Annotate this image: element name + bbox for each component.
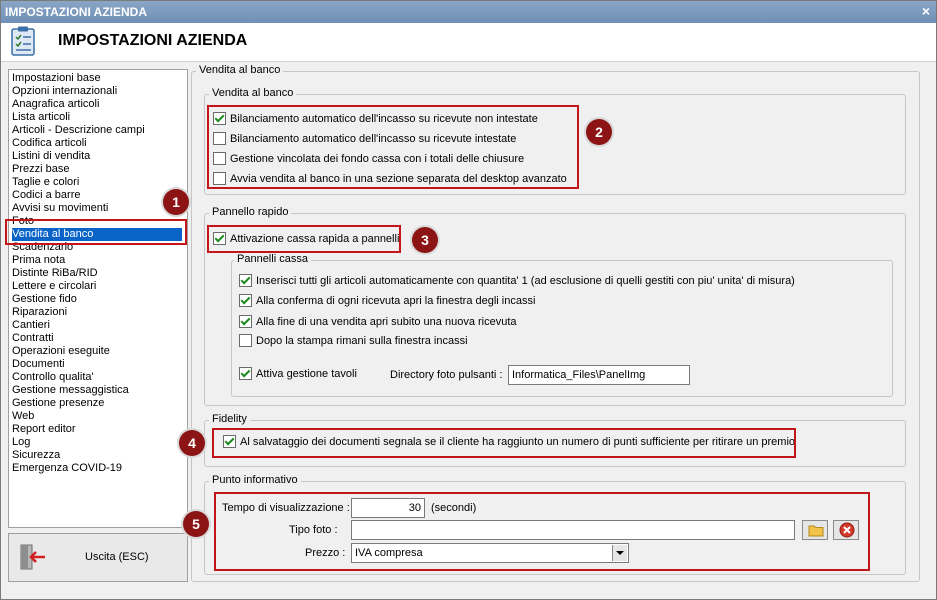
tempo-unit: (secondi) — [431, 502, 477, 514]
callout-badge-5: 5 — [183, 511, 209, 537]
sidebar-item[interactable]: Sicurezza — [12, 449, 60, 462]
sidebar-item[interactable]: Cantieri — [12, 319, 50, 332]
option-label: Inserisci tutti gli articoli automaticam… — [256, 274, 795, 287]
highlight-box-1 — [5, 219, 187, 245]
directory-foto-label: Directory foto pulsanti : — [390, 369, 503, 381]
sidebar-item[interactable]: Contratti — [12, 332, 54, 345]
sidebar-item[interactable]: Codici a barre — [12, 189, 80, 202]
sidebar-item[interactable]: Lettere e circolari — [12, 280, 96, 293]
sidebar-item[interactable]: Gestione fido — [12, 293, 77, 306]
sidebar-item[interactable]: Distinte RiBa/RID — [12, 267, 98, 280]
tempo-label: Tempo di visualizzazione : — [222, 502, 350, 514]
sidebar-item[interactable]: Documenti — [12, 358, 65, 371]
pannelli-cassa-title: Pannelli cassa — [234, 253, 311, 265]
exit-door-icon — [20, 544, 45, 570]
browse-folder-button[interactable] — [802, 520, 828, 540]
sidebar-item[interactable]: Gestione messaggistica — [12, 384, 129, 397]
page-header: IMPOSTAZIONI AZIENDA — [1, 23, 936, 62]
sidebar-item[interactable]: Codifica articoli — [12, 137, 87, 150]
tipo-foto-input[interactable] — [351, 520, 795, 540]
sidebar-item[interactable]: Impostazioni base — [12, 72, 101, 85]
sidebar-item[interactable]: Report editor — [12, 423, 76, 436]
sidebar-item[interactable]: Riparazioni — [12, 306, 67, 319]
sidebar-item[interactable]: Taglie e colori — [12, 176, 79, 189]
window-title: IMPOSTAZIONI AZIENDA — [5, 5, 147, 19]
checkbox-checked[interactable] — [239, 294, 252, 307]
tipo-foto-label: Tipo foto : — [289, 524, 338, 536]
clear-button[interactable] — [833, 520, 859, 540]
callout-badge-2: 2 — [586, 119, 612, 145]
pannello-rapido-title: Pannello rapido — [209, 206, 292, 218]
sidebar-item[interactable]: Avvisi su movimenti — [12, 202, 108, 215]
callout-badge-1: 1 — [163, 189, 189, 215]
option-apri-finestra-incassi[interactable]: Alla conferma di ogni ricevuta apri la f… — [239, 294, 535, 307]
directory-foto-input[interactable]: Informatica_Files\PanelImg — [508, 365, 690, 385]
prezzo-select[interactable]: IVA compresa — [351, 543, 629, 563]
sidebar-item[interactable]: Anagrafica articoli — [12, 98, 99, 111]
callout-badge-4: 4 — [179, 430, 205, 456]
clipboard-checklist-icon — [11, 26, 35, 56]
exit-button[interactable]: Uscita (ESC) — [8, 533, 188, 582]
exit-button-label: Uscita (ESC) — [85, 551, 149, 563]
sidebar-item[interactable]: Gestione presenze — [12, 397, 104, 410]
option-label: Alla conferma di ogni ricevuta apri la f… — [256, 294, 536, 307]
vendita-subgroup-title: Vendita al banco — [209, 87, 297, 99]
option-nuova-ricevuta[interactable]: Alla fine di una vendita apri subito una… — [239, 315, 517, 328]
sidebar-item[interactable]: Articoli - Descrizione campi — [12, 124, 145, 137]
tempo-input[interactable]: 30 — [351, 498, 425, 518]
prezzo-label: Prezzo : — [305, 547, 346, 559]
punto-informativo-title: Punto informativo — [209, 474, 301, 486]
highlight-box-4 — [212, 428, 796, 458]
group-title: Vendita al banco — [196, 64, 284, 76]
checkbox-checked[interactable] — [239, 315, 252, 328]
option-label: Dopo la stampa rimani sulla finestra inc… — [256, 334, 468, 347]
sidebar-item[interactable]: Emergenza COVID-19 — [12, 462, 122, 475]
option-label: Attiva gestione tavoli — [256, 367, 357, 380]
close-icon[interactable]: × — [922, 3, 930, 19]
option-inserisci-quantita-1[interactable]: Inserisci tutti gli articoli automaticam… — [239, 274, 795, 287]
option-rimani-finestra-incassi[interactable]: Dopo la stampa rimani sulla finestra inc… — [239, 334, 468, 347]
option-label: Alla fine di una vendita apri subito una… — [256, 315, 517, 328]
highlight-box-3 — [207, 225, 401, 253]
option-gestione-tavoli[interactable]: Attiva gestione tavoli — [239, 367, 357, 380]
fidelity-title: Fidelity — [209, 413, 250, 425]
callout-badge-3: 3 — [412, 227, 438, 253]
delete-icon — [839, 522, 855, 538]
checkbox-checked[interactable] — [239, 367, 252, 380]
page-title: IMPOSTAZIONI AZIENDA — [58, 32, 248, 49]
folder-icon — [808, 525, 824, 537]
sidebar-list[interactable]: Impostazioni base Opzioni internazionali… — [8, 69, 188, 528]
prezzo-selected-value: IVA compresa — [355, 547, 423, 559]
sidebar-item[interactable]: Prima nota — [12, 254, 65, 267]
sidebar-item[interactable]: Controllo qualita' — [12, 371, 94, 384]
sidebar-item[interactable]: Lista articoli — [12, 111, 70, 124]
highlight-box-2 — [207, 105, 579, 189]
sidebar-item[interactable]: Operazioni eseguite — [12, 345, 110, 358]
chevron-down-icon[interactable] — [612, 545, 627, 561]
sidebar-item[interactable]: Prezzi base — [12, 163, 69, 176]
sidebar-item[interactable]: Listini di vendita — [12, 150, 90, 163]
sidebar-item[interactable]: Web — [12, 410, 34, 423]
sidebar-item[interactable]: Opzioni internazionali — [12, 85, 117, 98]
settings-window: IMPOSTAZIONI AZIENDA × IMPOSTAZIONI AZIE… — [0, 0, 937, 600]
title-bar[interactable]: IMPOSTAZIONI AZIENDA × — [1, 1, 936, 23]
sidebar-item[interactable]: Log — [12, 436, 30, 449]
checkbox[interactable] — [239, 334, 252, 347]
checkbox-checked[interactable] — [239, 274, 252, 287]
